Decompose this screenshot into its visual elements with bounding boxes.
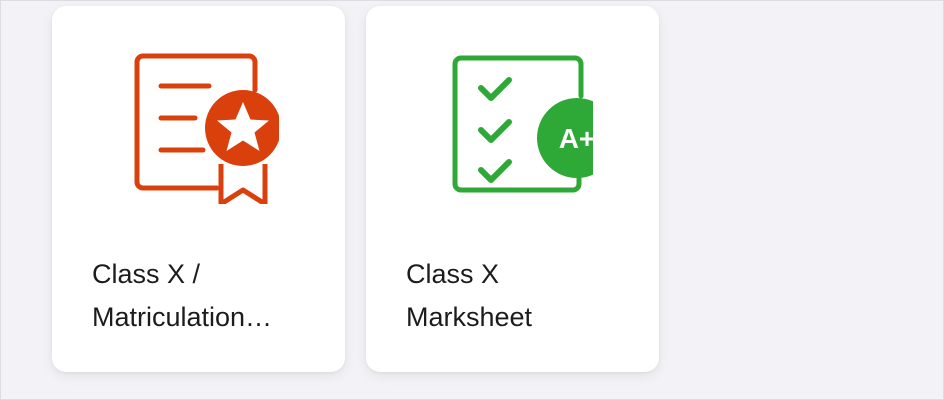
- grade-badge-text: A+: [558, 123, 592, 154]
- marksheet-grade-icon: A+: [433, 44, 593, 204]
- class-x-matriculation-card[interactable]: Class X / Matriculation…: [52, 6, 345, 372]
- class-x-marksheet-card[interactable]: A+ Class X Marksheet: [366, 6, 659, 372]
- certificate-ribbon-icon: [119, 44, 279, 204]
- card-title: Class X Marksheet: [406, 253, 616, 339]
- card-title-line-1: Class X /: [92, 259, 201, 289]
- card-title-line-1: Class X: [406, 259, 500, 289]
- card-title: Class X / Matriculation…: [92, 253, 302, 339]
- card-title-line-2: Matriculation…: [92, 302, 273, 332]
- card-title-line-2: Marksheet: [406, 302, 533, 332]
